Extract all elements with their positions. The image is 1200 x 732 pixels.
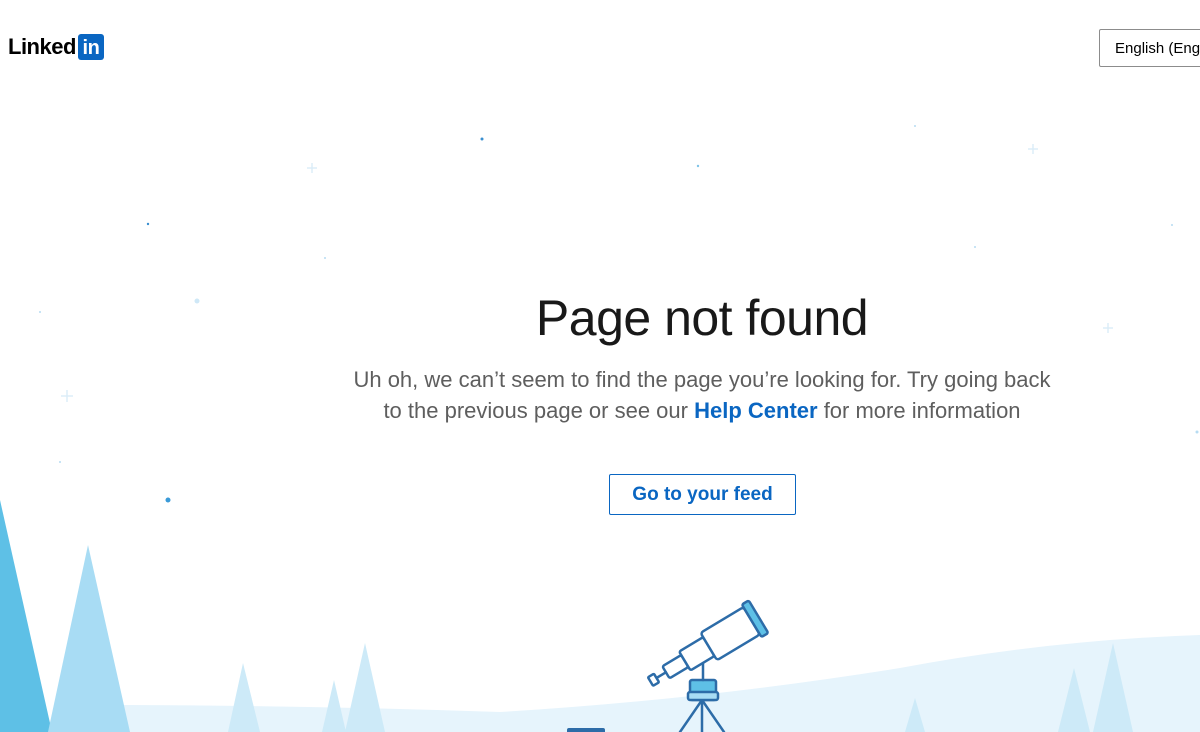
error-message: Uh oh, we can’t seem to find the page yo… xyxy=(352,364,1052,426)
page-title: Page not found xyxy=(535,289,869,346)
winter-scene-illustration xyxy=(0,500,1200,732)
logo-in-box: in xyxy=(77,33,104,60)
page-not-found-page: Linked in English (English) Page not fou… xyxy=(0,0,1200,732)
message-text-after: for more information xyxy=(817,398,1021,423)
language-select[interactable]: English (English) xyxy=(1099,29,1200,67)
linkedin-logo[interactable]: Linked in xyxy=(8,33,104,60)
logo-wordmark: Linked xyxy=(8,34,76,59)
help-center-link[interactable]: Help Center xyxy=(694,398,817,423)
